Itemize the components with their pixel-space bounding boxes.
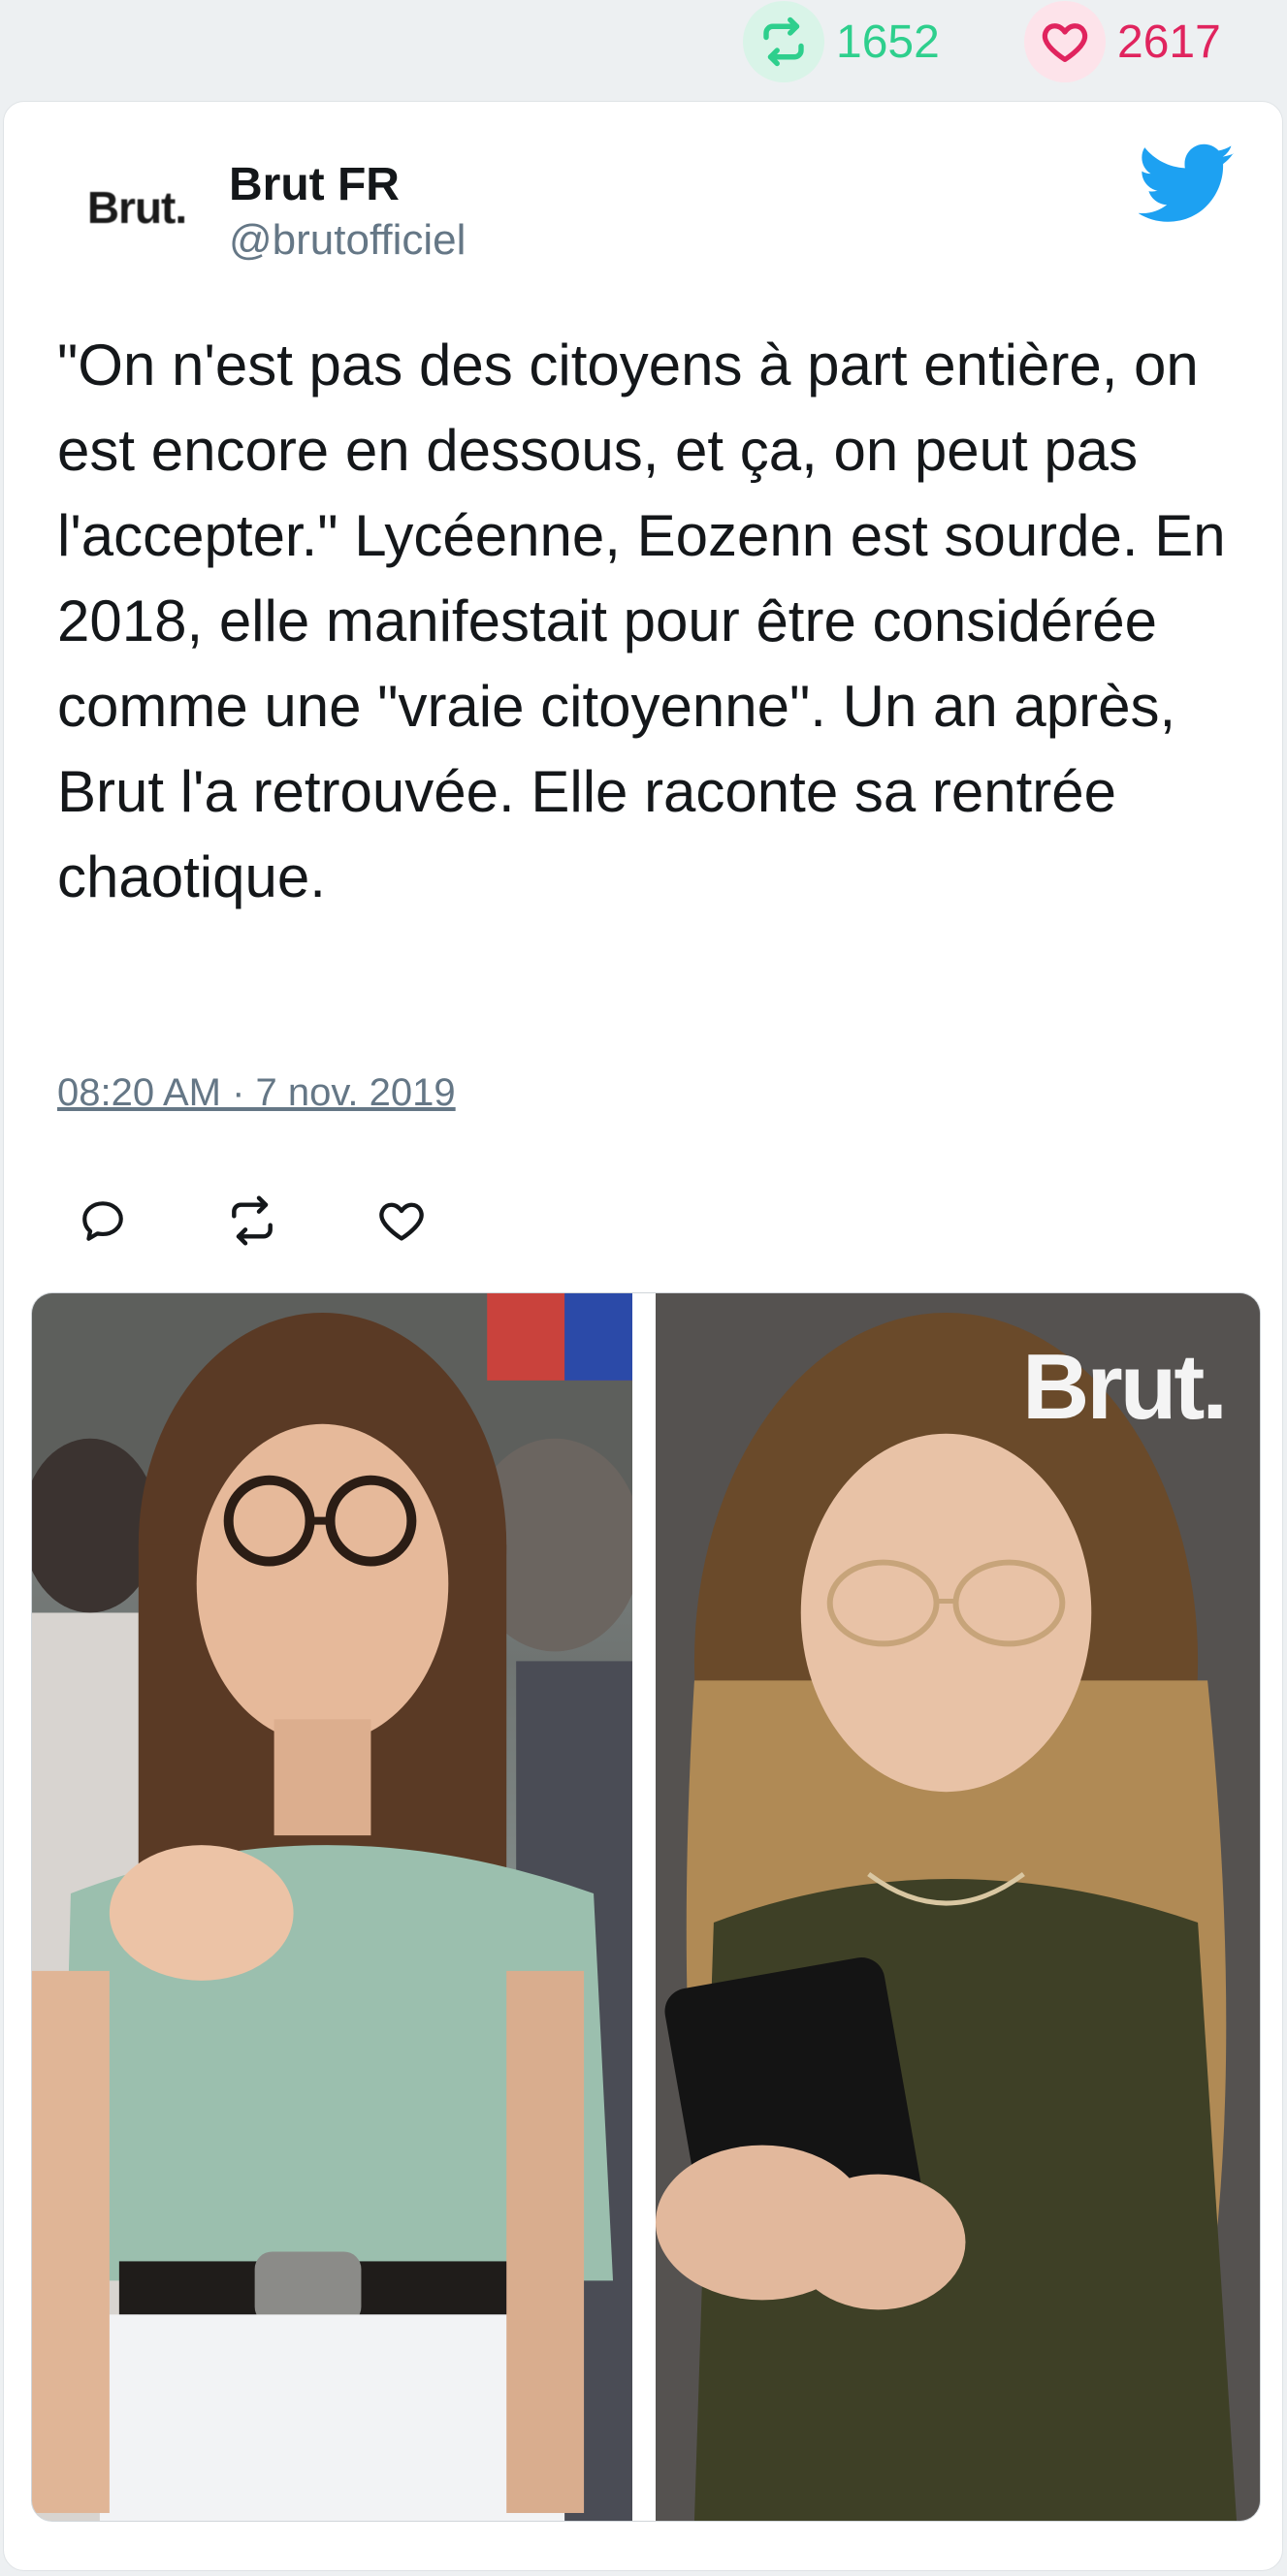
engagement-stats-bar: 1652 2617 (0, 0, 1287, 97)
author-handle[interactable]: @brutofficiel (229, 216, 466, 265)
author-display-name[interactable]: Brut FR (229, 158, 400, 211)
like-icon (376, 1195, 427, 1251)
retweet-icon (225, 1193, 279, 1253)
avatar-logo-text: Brut. (86, 182, 187, 233)
reply-button[interactable] (70, 1190, 136, 1256)
reply-icon (79, 1196, 127, 1250)
photo-right-illustration (656, 1293, 1260, 2521)
avatar[interactable]: Brut. (54, 144, 219, 270)
like-count: 2617 (1117, 16, 1221, 68)
media-photo-right[interactable]: Brut. (656, 1293, 1260, 2521)
heart-icon (1024, 1, 1106, 82)
tweet-text: "On n'est pas des citoyens à part entièr… (57, 333, 1226, 909)
retweet-count: 1652 (836, 16, 940, 68)
brut-watermark-logo: Brut. (1022, 1335, 1228, 1439)
tweet-timestamp-link[interactable]: 08:20 AM · 7 nov. 2019 (57, 1071, 456, 1115)
tweet-media-grid[interactable]: Brut. (31, 1292, 1261, 2522)
like-button[interactable] (369, 1190, 434, 1256)
photo-left-illustration (32, 1293, 632, 2521)
tweet-actions (70, 1188, 434, 1257)
tweet-card: Brut. Brut FR @brutofficiel "On n'est pa… (3, 101, 1283, 2571)
retweet-icon (743, 1, 824, 82)
media-photo-left[interactable] (32, 1293, 632, 2521)
like-count-stat[interactable]: 2617 (1024, 0, 1221, 83)
retweet-count-stat[interactable]: 1652 (743, 0, 940, 83)
twitter-bird-icon[interactable] (1138, 141, 1236, 228)
retweet-button[interactable] (219, 1190, 285, 1256)
